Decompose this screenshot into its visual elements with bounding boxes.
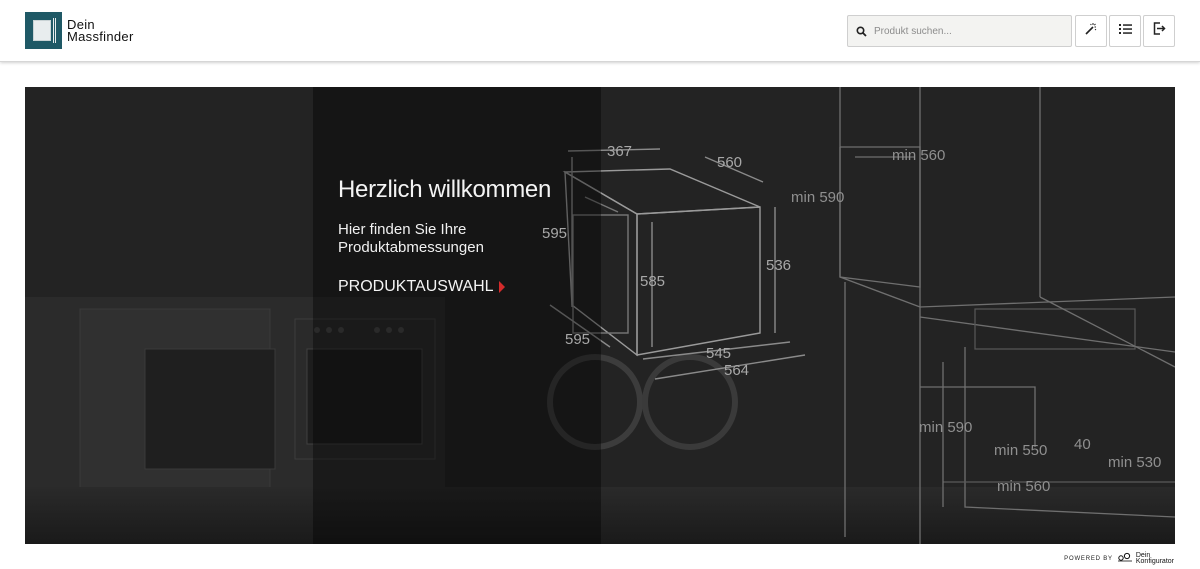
search-icon <box>848 16 874 46</box>
logo[interactable]: Dein Massfinder <box>25 12 134 49</box>
dim-oven-bottom-width-1: 545 <box>706 345 732 362</box>
logo-line-2: Massfinder <box>67 28 134 44</box>
product-selection-link[interactable]: PRODUKTAUSWAHL <box>338 278 505 296</box>
hero-overlay-panel <box>313 87 601 544</box>
dim-oven-height-inner: 585 <box>640 273 666 290</box>
dim-oven-top-depth: 367 <box>607 143 633 160</box>
arrow-right-icon <box>498 281 505 293</box>
list-icon <box>1118 22 1132 40</box>
dim-oven-bottom-width-2: 564 <box>724 362 750 379</box>
brand-text: Dein Konfigurator <box>1135 552 1174 565</box>
powered-by[interactable]: POWERED BY Dein Konfigurator <box>1064 550 1174 568</box>
search-box[interactable] <box>847 15 1072 47</box>
dim-niche-bottom-width-1: min 550 <box>994 442 1048 459</box>
dim-niche-top-width: min 560 <box>892 147 946 164</box>
brand-line-2: Konfigurator <box>1135 558 1174 565</box>
hero-banner: 367 560 595 585 536 595 545 564 min 560 … <box>25 87 1175 544</box>
magic-wand-button[interactable] <box>1075 15 1107 47</box>
dim-oven-top-width: 560 <box>717 154 743 171</box>
hero-subtitle: Hier finden Sie Ihre Produktabmessungen <box>338 221 484 256</box>
list-button[interactable] <box>1109 15 1141 47</box>
dim-niche-bottom-gap: 40 <box>1074 436 1091 453</box>
product-selection-label: PRODUKTAUSWAHL <box>338 278 494 295</box>
dim-niche-top-height: min 590 <box>791 189 845 206</box>
dim-niche-bottom-width-2: min 560 <box>997 478 1051 495</box>
dim-niche-bottom-height: min 590 <box>919 419 973 436</box>
app-header: Dein Massfinder <box>0 0 1200 62</box>
search-input[interactable] <box>874 25 1064 37</box>
powered-by-label: POWERED BY <box>1064 556 1113 562</box>
logo-text: Dein Massfinder <box>67 18 134 44</box>
dim-niche-bottom-depth: min 530 <box>1108 454 1162 471</box>
logout-icon <box>1153 22 1166 40</box>
konfigurator-logo-icon <box>1117 550 1133 568</box>
dim-oven-bottom-depth: 595 <box>565 331 591 348</box>
logo-mark-icon <box>25 12 62 49</box>
hero-title: Herzlich willkommen <box>338 176 552 203</box>
logout-button[interactable] <box>1143 15 1175 47</box>
dim-oven-side-height: 536 <box>766 257 792 274</box>
magic-wand-icon <box>1084 22 1098 41</box>
